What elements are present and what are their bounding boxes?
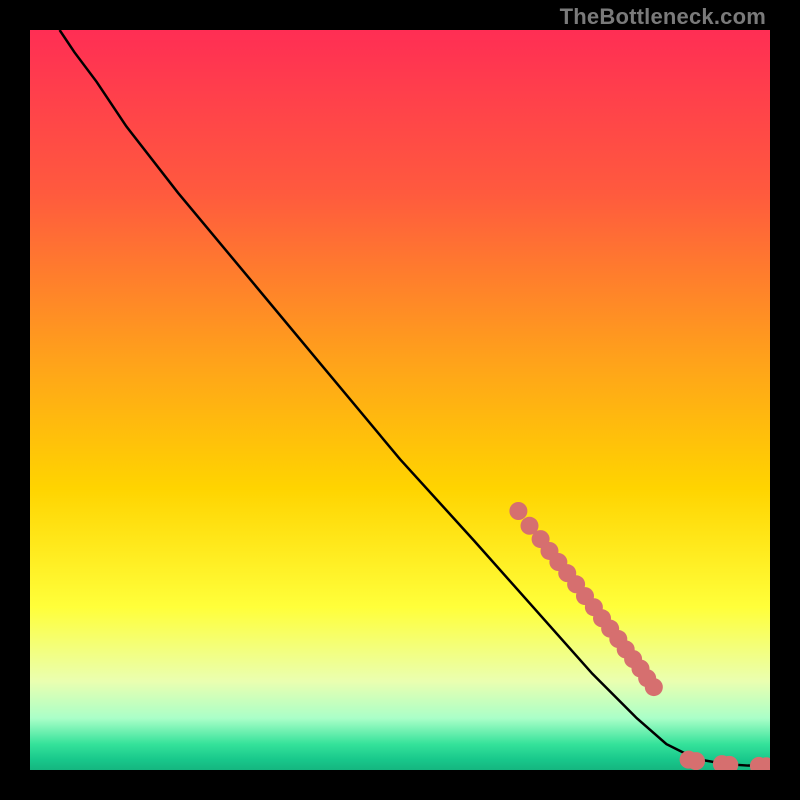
data-point	[687, 752, 705, 770]
chart-svg	[30, 30, 770, 770]
gradient-background	[30, 30, 770, 770]
data-point	[509, 502, 527, 520]
watermark-label: TheBottleneck.com	[560, 4, 766, 30]
chart-frame: TheBottleneck.com	[0, 0, 800, 800]
data-point	[645, 678, 663, 696]
plot-area	[30, 30, 770, 770]
